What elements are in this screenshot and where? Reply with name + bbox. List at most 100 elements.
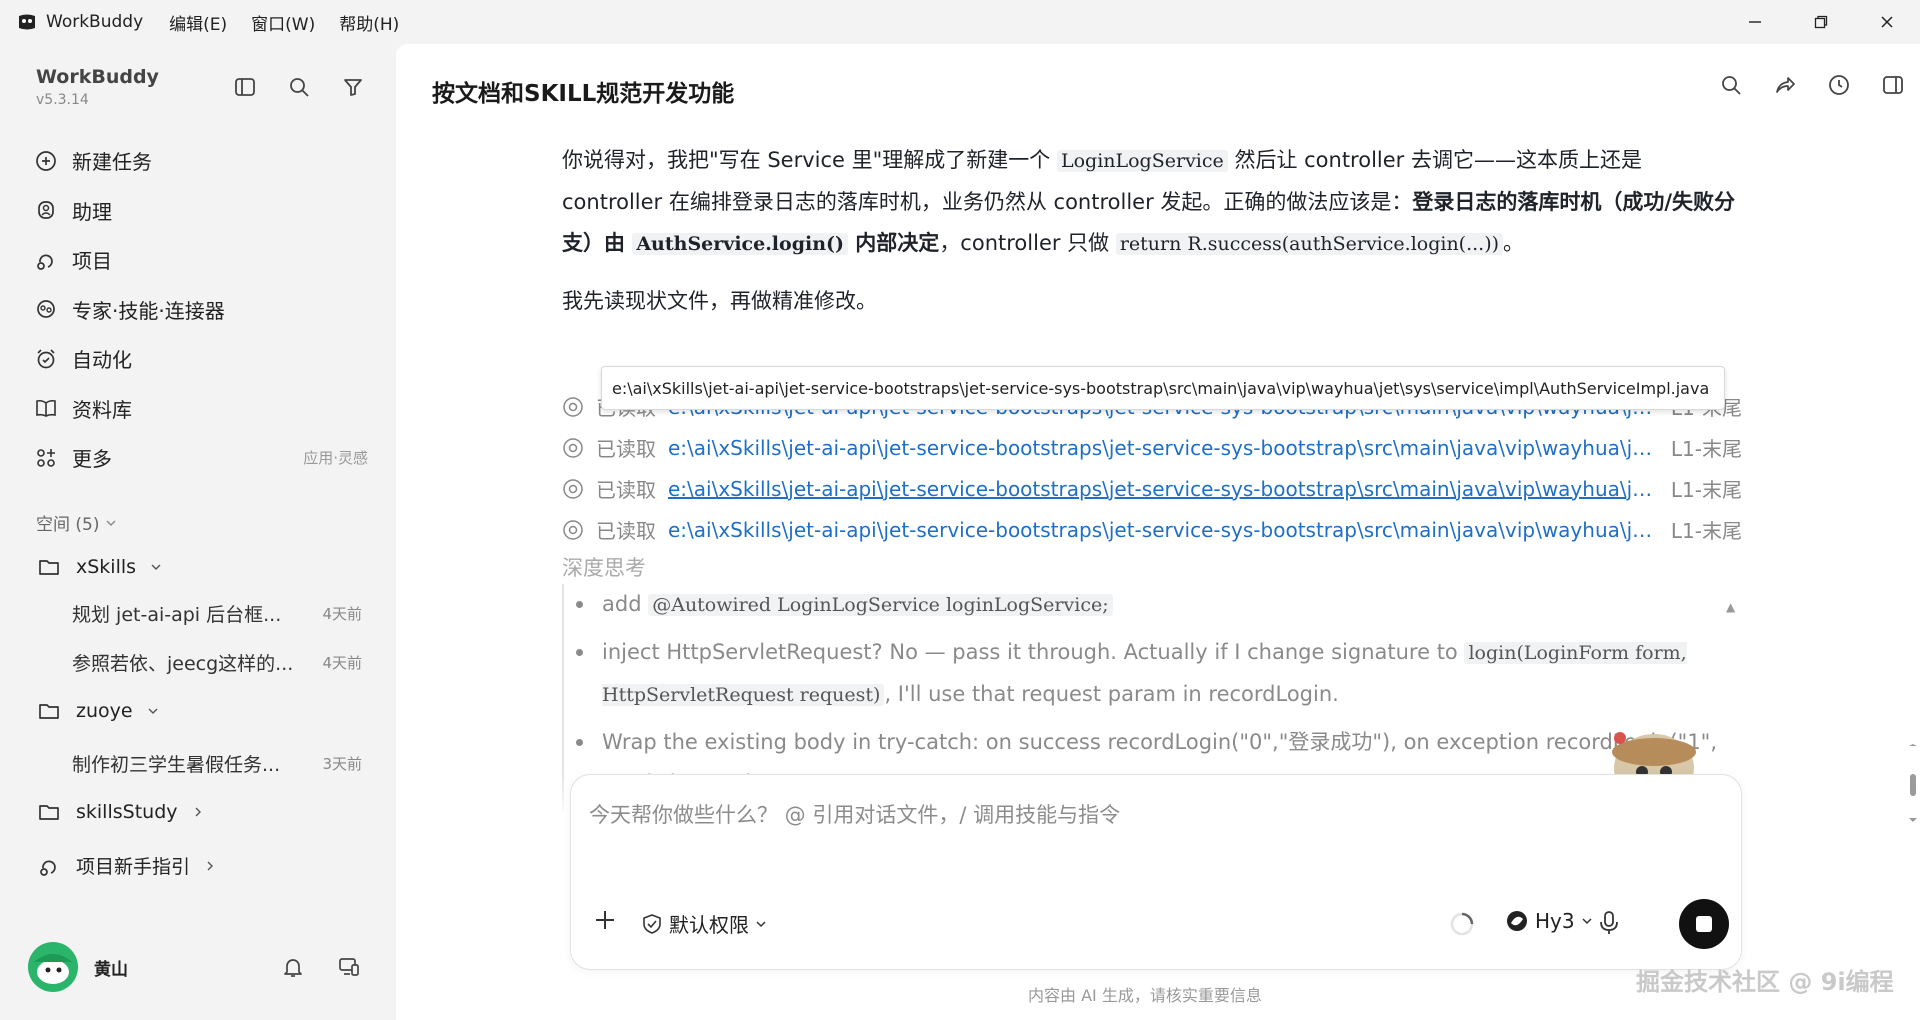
eye-icon [563, 519, 583, 540]
minimize-button[interactable] [1722, 0, 1788, 44]
close-window-button[interactable] [1854, 0, 1920, 44]
notifications-button[interactable] [280, 954, 306, 980]
file-path-link[interactable]: e:\ai\xSkills\jet-ai-api\jet-service-boo… [668, 477, 1653, 501]
clock-icon [1829, 75, 1849, 95]
eye-icon [563, 478, 583, 499]
inline-code: LoginLogService [1056, 150, 1228, 172]
devices-icon [339, 958, 359, 976]
project-skillsstudy[interactable]: skillsStudy [36, 799, 204, 825]
nav-experts[interactable]: 专家·技能·连接器 [32, 285, 368, 335]
nav-automation[interactable]: 自动化 [32, 334, 368, 384]
line-range: L1-末尾 [1670, 437, 1742, 461]
toggle-sidebar-button[interactable] [232, 74, 258, 100]
nav-new-task[interactable]: 新建任务 [32, 136, 368, 186]
search-conversation-button[interactable] [1718, 72, 1744, 98]
file-path-link[interactable]: e:\ai\xSkills\jet-ai-api\jet-service-boo… [668, 518, 1653, 542]
text-span: 内部决定 [848, 231, 940, 255]
message-input[interactable]: 今天帮你做些什么？ @ 引用对话文件，/ 调用技能与指令 [589, 799, 1120, 829]
brand-name: WorkBuddy [36, 66, 159, 88]
project-guide[interactable]: 项目新手指引 [36, 852, 216, 879]
task-age: 3天前 [322, 755, 362, 773]
more-extra-text: 应用·灵感 [303, 449, 368, 468]
file-read-row: 已读取 e:\ai\xSkills\jet-ai-api\jet-service… [562, 509, 1742, 550]
avatar [28, 942, 78, 992]
folder-icon [39, 805, 59, 820]
menu-window[interactable]: 窗口(W) [251, 10, 315, 35]
workbuddy-logo-icon [19, 14, 35, 30]
permission-dropdown[interactable]: 默认权限 [641, 909, 767, 938]
share-icon [1776, 77, 1795, 93]
task-age: 4天前 [322, 654, 362, 672]
chevron-down-icon [151, 564, 161, 570]
restore-icon [1814, 15, 1828, 29]
side-panel-icon [1883, 76, 1903, 94]
nav-label: 自动化 [72, 348, 132, 373]
text-span: add [602, 592, 649, 616]
page-title: 按文档和SKILL规范开发功能 [432, 81, 735, 107]
project-name: zuoye [76, 700, 133, 722]
task-item[interactable]: 制作初三学生暑假任务... 3天前 [72, 750, 362, 777]
stop-generation-button[interactable] [1679, 899, 1729, 949]
task-item[interactable]: 参照若依、jeecg这样的... 4天前 [72, 649, 362, 676]
line-range: L1-末尾 [1670, 478, 1742, 502]
toggle-panel-button[interactable] [1880, 72, 1906, 98]
text-span: ，controller 只做 [939, 231, 1116, 255]
chevron-down-icon [106, 520, 116, 526]
spaces-header[interactable]: 空间 (5) [36, 510, 117, 535]
restore-button[interactable] [1788, 0, 1854, 44]
scrollbar[interactable] [1906, 744, 1920, 824]
loading-spinner-icon [1450, 912, 1474, 936]
voice-input-button[interactable] [1597, 909, 1621, 941]
app-version: v5.3.14 [36, 92, 89, 108]
library-icon [36, 400, 56, 418]
sidebar-panel-icon [235, 78, 255, 96]
share-button[interactable] [1772, 72, 1798, 98]
nav-assistant[interactable]: 助理 [32, 186, 368, 236]
user-name: 黄山 [94, 959, 128, 980]
nav-label: 更多 [72, 447, 112, 472]
user-profile[interactable]: 黄山 [28, 942, 128, 992]
project-icon [40, 860, 56, 876]
chevron-right-icon [195, 807, 201, 817]
text-span: 你说得对，我把"写在 Service 里"理解成了新建一个 [562, 148, 1057, 172]
app-name: WorkBuddy [46, 12, 144, 32]
text-span: 。 [1503, 231, 1525, 255]
shield-check-icon [643, 913, 661, 934]
model-selector[interactable]: Hy3 [1505, 909, 1593, 933]
read-label: 已读取 [596, 478, 656, 502]
devices-button[interactable] [336, 954, 362, 980]
model-logo-icon [1507, 911, 1527, 931]
spaces-label: 空间 (5) [36, 515, 100, 535]
inline-code: AuthService.login() [632, 233, 848, 255]
thinking-header[interactable]: 深度思考 [562, 552, 646, 582]
project-name: skillsStudy [76, 801, 178, 823]
nav-library[interactable]: 资料库 [32, 384, 368, 434]
file-path-link[interactable]: e:\ai\xSkills\jet-ai-api\jet-service-boo… [668, 436, 1653, 460]
project-icon [37, 254, 53, 270]
project-zuoye[interactable]: zuoye [36, 698, 159, 724]
line-range: L1-末尾 [1670, 519, 1742, 543]
nav-project[interactable]: 项目 [32, 235, 368, 285]
assistant-message: 你说得对，我把"写在 Service 里"理解成了新建一个 LoginLogSe… [562, 140, 1742, 338]
ai-disclaimer: 内容由 AI 生成，请核实重要信息 [1028, 986, 1262, 1005]
menu-edit[interactable]: 编辑(E) [169, 10, 227, 35]
thinking-bullet: inject HttpServletRequest? No — pass it … [576, 632, 1742, 716]
filter-button[interactable] [340, 74, 366, 100]
sidebar: WorkBuddy v5.3.14 新建任务 助理 项目 专家·技能·连接器 自… [0, 44, 396, 1020]
microphone-icon [1600, 911, 1618, 934]
model-label: Hy3 [1535, 909, 1575, 933]
automation-icon [37, 349, 55, 369]
project-xskills[interactable]: xSkills [36, 554, 162, 580]
task-item[interactable]: 规划 jet-ai-api 后台框... 4天前 [72, 600, 362, 627]
nav-label: 专家·技能·连接器 [72, 298, 225, 323]
task-title: 制作初三学生暑假任务... [72, 754, 281, 776]
nav-label: 资料库 [72, 397, 132, 422]
search-button[interactable] [286, 74, 312, 100]
add-attachment-button[interactable] [593, 905, 617, 940]
minimize-icon [1749, 21, 1761, 23]
nav-more[interactable]: 更多 应用·灵感 [32, 433, 368, 483]
task-title: 参照若依、jeecg这样的... [72, 653, 294, 675]
watermark: 掘金技术社区 @ 9i编程 [1636, 968, 1894, 996]
menu-help[interactable]: 帮助(H) [339, 10, 399, 35]
history-button[interactable] [1826, 72, 1852, 98]
